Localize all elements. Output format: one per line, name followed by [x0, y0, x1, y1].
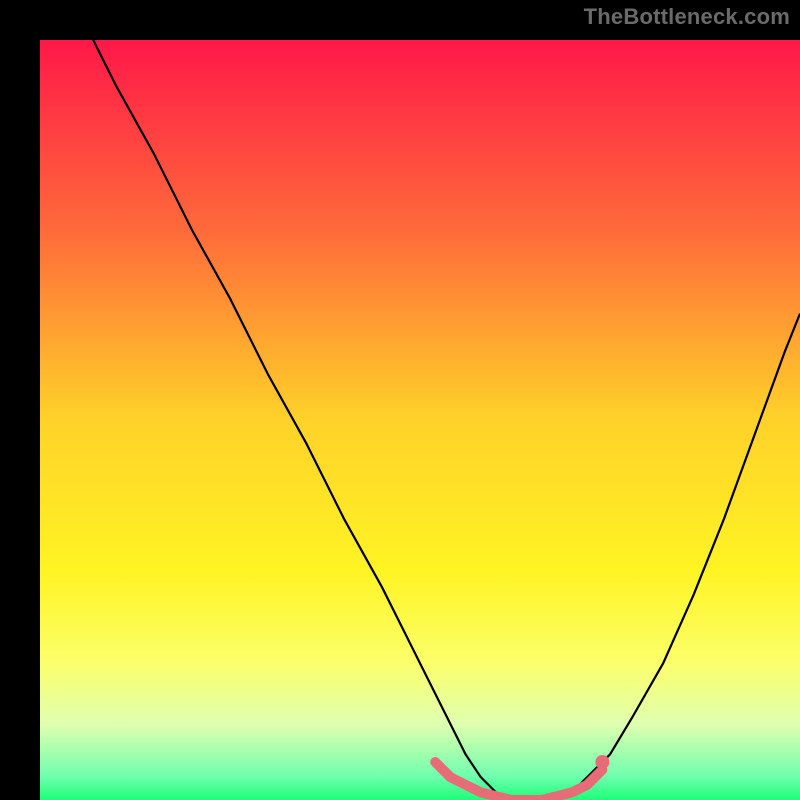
highlight-marker	[595, 755, 609, 769]
bottleneck-chart	[40, 40, 800, 800]
chart-frame	[20, 20, 780, 780]
watermark-label: TheBottleneck.com	[584, 4, 790, 30]
